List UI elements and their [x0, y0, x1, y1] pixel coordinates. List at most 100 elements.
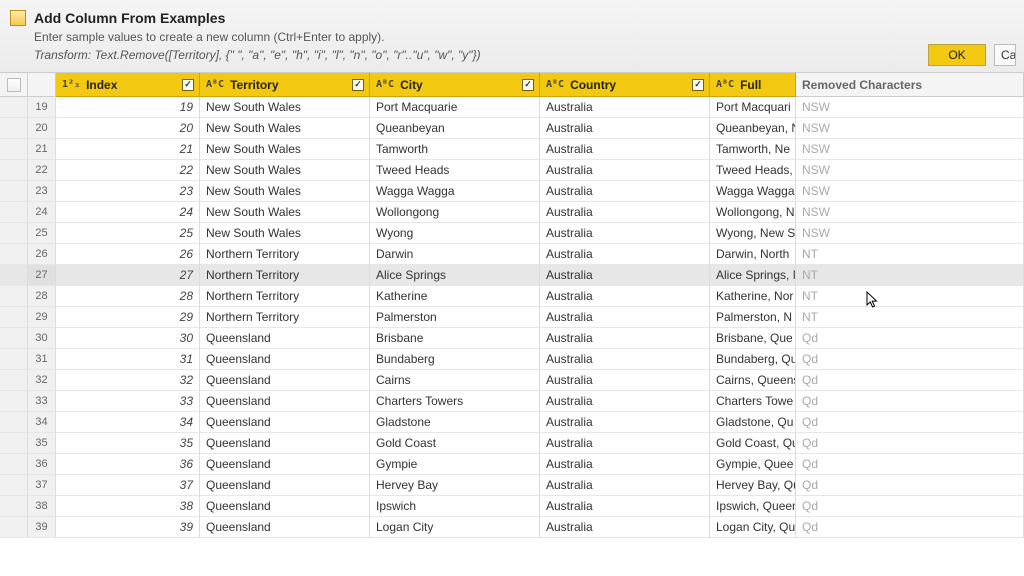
- ok-button[interactable]: OK: [928, 44, 986, 66]
- cell-city[interactable]: Alice Springs: [370, 265, 540, 286]
- cell-removed[interactable]: NT: [796, 307, 1024, 328]
- cell-country[interactable]: Australia: [540, 349, 710, 370]
- table-row[interactable]: 3737QueenslandHervey BayAustraliaHervey …: [0, 475, 1024, 496]
- cell-index[interactable]: 27: [56, 265, 200, 286]
- table-row[interactable]: 3434QueenslandGladstoneAustraliaGladston…: [0, 412, 1024, 433]
- cell-index[interactable]: 36: [56, 454, 200, 475]
- cell-full[interactable]: Tweed Heads,: [710, 160, 796, 181]
- cell-full[interactable]: Logan City, Qu: [710, 517, 796, 538]
- table-row[interactable]: 2626Northern TerritoryDarwinAustraliaDar…: [0, 244, 1024, 265]
- cell-full[interactable]: Ipswich, Queen: [710, 496, 796, 517]
- table-row[interactable]: 2222New South WalesTweed HeadsAustraliaT…: [0, 160, 1024, 181]
- cell-removed[interactable]: Qd: [796, 496, 1024, 517]
- cell-full[interactable]: Katherine, Nor: [710, 286, 796, 307]
- cell-index[interactable]: 37: [56, 475, 200, 496]
- table-menu-icon[interactable]: [0, 73, 28, 97]
- cell-country[interactable]: Australia: [540, 160, 710, 181]
- filter-icon[interactable]: ✓: [352, 79, 364, 91]
- cell-country[interactable]: Australia: [540, 412, 710, 433]
- cell-removed[interactable]: NSW: [796, 223, 1024, 244]
- table-row[interactable]: 3838QueenslandIpswichAustraliaIpswich, Q…: [0, 496, 1024, 517]
- cell-removed[interactable]: Qd: [796, 454, 1024, 475]
- cell-country[interactable]: Australia: [540, 496, 710, 517]
- cell-index[interactable]: 29: [56, 307, 200, 328]
- cell-index[interactable]: 22: [56, 160, 200, 181]
- cell-city[interactable]: Wyong: [370, 223, 540, 244]
- cell-territory[interactable]: Northern Territory: [200, 265, 370, 286]
- cell-city[interactable]: Charters Towers: [370, 391, 540, 412]
- table-row[interactable]: 2727Northern TerritoryAlice SpringsAustr…: [0, 265, 1024, 286]
- cell-index[interactable]: 26: [56, 244, 200, 265]
- cell-country[interactable]: Australia: [540, 517, 710, 538]
- cell-city[interactable]: Palmerston: [370, 307, 540, 328]
- cancel-button[interactable]: Cancel: [994, 44, 1016, 66]
- cell-full[interactable]: Gympie, Quee: [710, 454, 796, 475]
- cell-country[interactable]: Australia: [540, 202, 710, 223]
- table-row[interactable]: 3232QueenslandCairnsAustraliaCairns, Que…: [0, 370, 1024, 391]
- cell-city[interactable]: Gympie: [370, 454, 540, 475]
- cell-territory[interactable]: Queensland: [200, 349, 370, 370]
- col-header-removed[interactable]: Removed Characters: [796, 73, 1024, 97]
- table-row[interactable]: 2121New South WalesTamworthAustraliaTamw…: [0, 139, 1024, 160]
- table-row[interactable]: 2828Northern TerritoryKatherineAustralia…: [0, 286, 1024, 307]
- cell-city[interactable]: Bundaberg: [370, 349, 540, 370]
- data-grid[interactable]: 1²₃ Index ✓ AᴮC Territory ✓ AᴮC City ✓ A…: [0, 73, 1024, 538]
- cell-removed[interactable]: NT: [796, 265, 1024, 286]
- cell-territory[interactable]: Queensland: [200, 391, 370, 412]
- cell-territory[interactable]: New South Wales: [200, 202, 370, 223]
- table-row[interactable]: 3535QueenslandGold CoastAustraliaGold Co…: [0, 433, 1024, 454]
- filter-icon[interactable]: ✓: [182, 79, 194, 91]
- cell-full[interactable]: Alice Springs, N: [710, 265, 796, 286]
- cell-city[interactable]: Tamworth: [370, 139, 540, 160]
- cell-city[interactable]: Wollongong: [370, 202, 540, 223]
- cell-full[interactable]: Queanbeyan, N: [710, 118, 796, 139]
- cell-city[interactable]: Katherine: [370, 286, 540, 307]
- cell-index[interactable]: 28: [56, 286, 200, 307]
- cell-removed[interactable]: Qd: [796, 370, 1024, 391]
- cell-removed[interactable]: NSW: [796, 97, 1024, 118]
- cell-index[interactable]: 19: [56, 97, 200, 118]
- cell-full[interactable]: Wyong, New S: [710, 223, 796, 244]
- cell-country[interactable]: Australia: [540, 118, 710, 139]
- cell-index[interactable]: 30: [56, 328, 200, 349]
- table-row[interactable]: 2424New South WalesWollongongAustraliaWo…: [0, 202, 1024, 223]
- table-row[interactable]: 1919New South WalesPort MacquarieAustral…: [0, 97, 1024, 118]
- cell-city[interactable]: Cairns: [370, 370, 540, 391]
- cell-full[interactable]: Tamworth, Ne: [710, 139, 796, 160]
- filter-icon[interactable]: ✓: [692, 79, 704, 91]
- cell-city[interactable]: Queanbeyan: [370, 118, 540, 139]
- cell-full[interactable]: Brisbane, Que: [710, 328, 796, 349]
- cell-country[interactable]: Australia: [540, 454, 710, 475]
- col-header-territory[interactable]: AᴮC Territory ✓: [200, 73, 370, 97]
- cell-index[interactable]: 25: [56, 223, 200, 244]
- cell-country[interactable]: Australia: [540, 181, 710, 202]
- cell-country[interactable]: Australia: [540, 97, 710, 118]
- cell-full[interactable]: Port Macquari: [710, 97, 796, 118]
- cell-removed[interactable]: NSW: [796, 139, 1024, 160]
- table-row[interactable]: 2929Northern TerritoryPalmerstonAustrali…: [0, 307, 1024, 328]
- cell-index[interactable]: 34: [56, 412, 200, 433]
- cell-removed[interactable]: Qd: [796, 517, 1024, 538]
- cell-full[interactable]: Gold Coast, Qu: [710, 433, 796, 454]
- cell-territory[interactable]: Queensland: [200, 433, 370, 454]
- cell-removed[interactable]: Qd: [796, 475, 1024, 496]
- cell-territory[interactable]: Northern Territory: [200, 307, 370, 328]
- table-row[interactable]: 3030QueenslandBrisbaneAustraliaBrisbane,…: [0, 328, 1024, 349]
- cell-removed[interactable]: Qd: [796, 349, 1024, 370]
- cell-city[interactable]: Brisbane: [370, 328, 540, 349]
- cell-city[interactable]: Hervey Bay: [370, 475, 540, 496]
- cell-full[interactable]: Gladstone, Qu: [710, 412, 796, 433]
- cell-country[interactable]: Australia: [540, 328, 710, 349]
- cell-removed[interactable]: NT: [796, 286, 1024, 307]
- filter-icon[interactable]: ✓: [522, 79, 534, 91]
- cell-country[interactable]: Australia: [540, 475, 710, 496]
- cell-territory[interactable]: New South Wales: [200, 160, 370, 181]
- cell-index[interactable]: 32: [56, 370, 200, 391]
- cell-territory[interactable]: Queensland: [200, 496, 370, 517]
- cell-full[interactable]: Cairns, Queens: [710, 370, 796, 391]
- cell-territory[interactable]: Queensland: [200, 370, 370, 391]
- cell-territory[interactable]: New South Wales: [200, 181, 370, 202]
- cell-city[interactable]: Gold Coast: [370, 433, 540, 454]
- cell-territory[interactable]: Queensland: [200, 517, 370, 538]
- cell-country[interactable]: Australia: [540, 307, 710, 328]
